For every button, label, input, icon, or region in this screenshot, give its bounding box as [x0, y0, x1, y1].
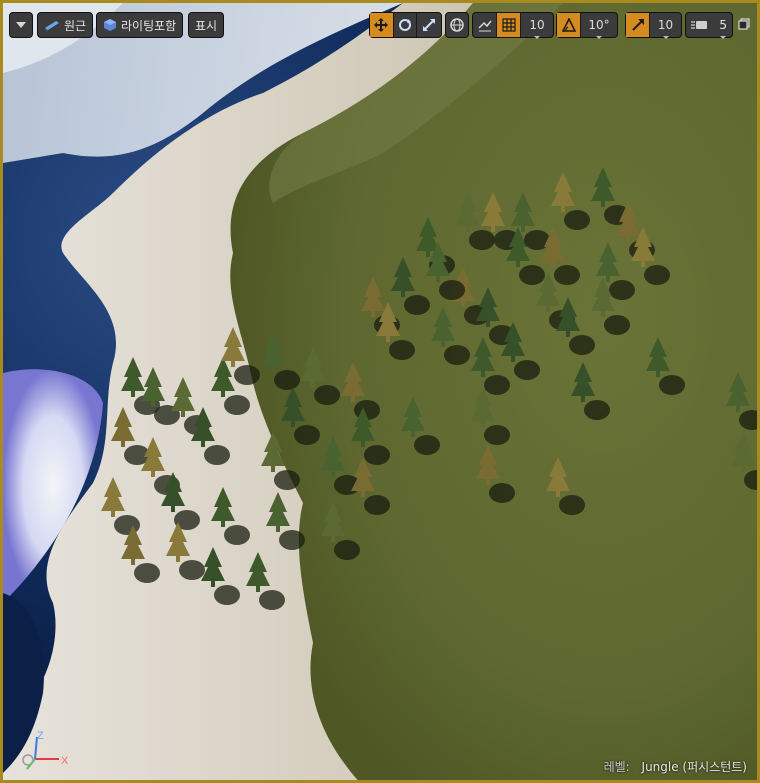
tree-shadow	[279, 530, 305, 550]
tree-shadow	[519, 265, 545, 285]
rotation-snap-toggle[interactable]	[557, 13, 581, 37]
tree-shadow	[514, 360, 540, 380]
scale-snap-icon	[631, 18, 645, 32]
tree-shadow	[259, 590, 285, 610]
tree-shadow	[364, 495, 390, 515]
scale-snap-toggle[interactable]	[626, 13, 650, 37]
camera-speed-icon	[691, 19, 709, 31]
tree-shadow	[204, 445, 230, 465]
tree-shadow	[314, 385, 340, 405]
tree-shadow	[484, 375, 510, 395]
dropdown-icon	[16, 22, 26, 28]
rotation-snap-group: 10°	[556, 12, 618, 39]
tree-shadow	[179, 560, 205, 580]
grid-icon	[501, 18, 516, 32]
grid-snap-value[interactable]: 10	[521, 13, 553, 39]
scale-snap-value[interactable]: 10	[650, 13, 681, 39]
tree-shadow	[554, 265, 580, 285]
surface-snap-icon	[477, 18, 492, 32]
lighting-button[interactable]: 라이팅포함	[96, 12, 184, 38]
tree-shadow	[439, 280, 465, 300]
tree-shadow	[469, 230, 495, 250]
rotation-snap-value[interactable]: 10°	[581, 13, 617, 39]
scale-icon	[422, 18, 436, 32]
scale-tool[interactable]	[417, 13, 441, 37]
tree-shadow	[414, 435, 440, 455]
axis-gizmo: Z X	[22, 730, 69, 770]
surface-snap-toggle[interactable]	[473, 13, 497, 37]
tree-shadow	[604, 315, 630, 335]
scale-snap-value-label: 10	[657, 18, 674, 39]
tree-shadow	[559, 495, 585, 515]
rotation-snap-icon	[561, 18, 576, 32]
tree-shadow	[644, 265, 670, 285]
tree-shadow	[444, 345, 470, 365]
tree-shadow	[484, 425, 510, 445]
rotate-icon	[398, 18, 412, 32]
scale-snap-group: 10	[625, 12, 682, 39]
translate-icon	[374, 18, 389, 32]
maximize-icon[interactable]	[737, 17, 751, 31]
tree-shadow	[569, 335, 595, 355]
x-axis-label: X	[61, 755, 69, 767]
rotation-snap-value-label: 10°	[588, 18, 610, 39]
world-local-toggle[interactable]	[445, 12, 469, 38]
tree-shadow	[564, 210, 590, 230]
lighting-label: 라이팅포함	[121, 18, 177, 33]
tree-shadow	[294, 425, 320, 445]
tree-shadow	[389, 340, 415, 360]
camera-speed-button[interactable]: 5	[685, 12, 733, 39]
tree-shadow	[224, 525, 250, 545]
tree-shadow	[609, 280, 635, 300]
tree-shadow	[334, 540, 360, 560]
perspective-label: 원근	[64, 18, 87, 33]
rotate-tool[interactable]	[394, 13, 418, 37]
scene-render	[3, 3, 757, 780]
tree-shadow	[404, 295, 430, 315]
tree-shadow	[659, 375, 685, 395]
tree-shadow	[489, 483, 515, 503]
show-label: 표시	[195, 18, 218, 33]
world-icon	[450, 18, 464, 32]
camera-speed-value: 5	[719, 18, 727, 39]
tree-shadow	[274, 470, 300, 490]
tree-shadow	[214, 585, 240, 605]
transform-tools	[369, 12, 442, 38]
show-button[interactable]: 표시	[188, 12, 225, 38]
level-name: Jungle (퍼시스턴트)	[641, 760, 747, 774]
level-viewport[interactable]: 원근 라이팅포함 표시 10 10° 10 5 Z X 레벨: Jungle (…	[0, 0, 760, 783]
tree-shadow	[584, 400, 610, 420]
level-label: 레벨:	[603, 760, 630, 774]
tree-shadow	[274, 370, 300, 390]
tree-shadow	[134, 563, 160, 583]
grid-snap-value-label: 10	[529, 18, 545, 39]
perspective-icon	[44, 19, 60, 31]
z-axis-label: Z	[37, 730, 44, 742]
tree-shadow	[364, 445, 390, 465]
lighting-icon	[103, 18, 117, 32]
grid-snap-group: 10	[472, 12, 554, 39]
tree-shadow	[224, 395, 250, 415]
tree-shadow	[234, 365, 260, 385]
grid-snap-toggle[interactable]	[497, 13, 521, 37]
translate-tool[interactable]	[370, 13, 394, 37]
perspective-button[interactable]: 원근	[37, 12, 94, 38]
level-indicator: 레벨: Jungle (퍼시스턴트)	[604, 758, 747, 775]
viewport-options-button[interactable]	[9, 12, 33, 38]
